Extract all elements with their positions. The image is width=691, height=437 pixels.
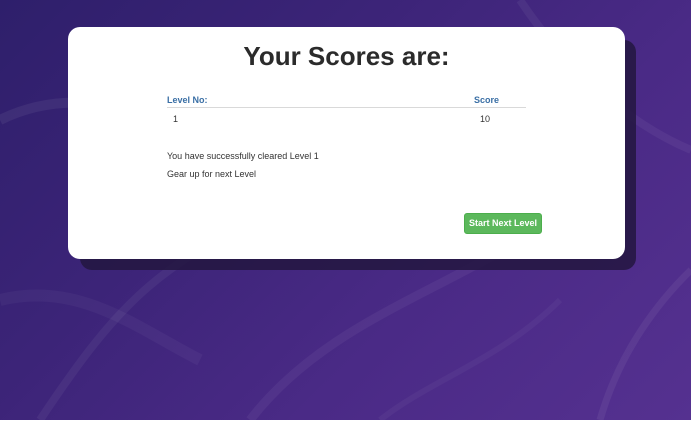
start-next-level-button[interactable]: Start Next Level [464, 213, 542, 234]
score-column-header: Score [474, 93, 526, 108]
table-row: 1 10 [167, 108, 526, 129]
level-column-header: Level No: [167, 93, 474, 108]
cleared-message: You have successfully cleared Level 1 [167, 151, 319, 161]
score-cell: 10 [480, 114, 491, 124]
next-level-message: Gear up for next Level [167, 169, 257, 179]
scores-table: Level No: Score 1 10 [167, 93, 526, 128]
level-cell: 1 [173, 114, 179, 124]
scores-header-row: Level No: Score [167, 93, 526, 108]
scores-card: Your Scores are: Level No: Score 1 10 Yo… [68, 27, 625, 259]
page-title: Your Scores are: [243, 41, 450, 71]
